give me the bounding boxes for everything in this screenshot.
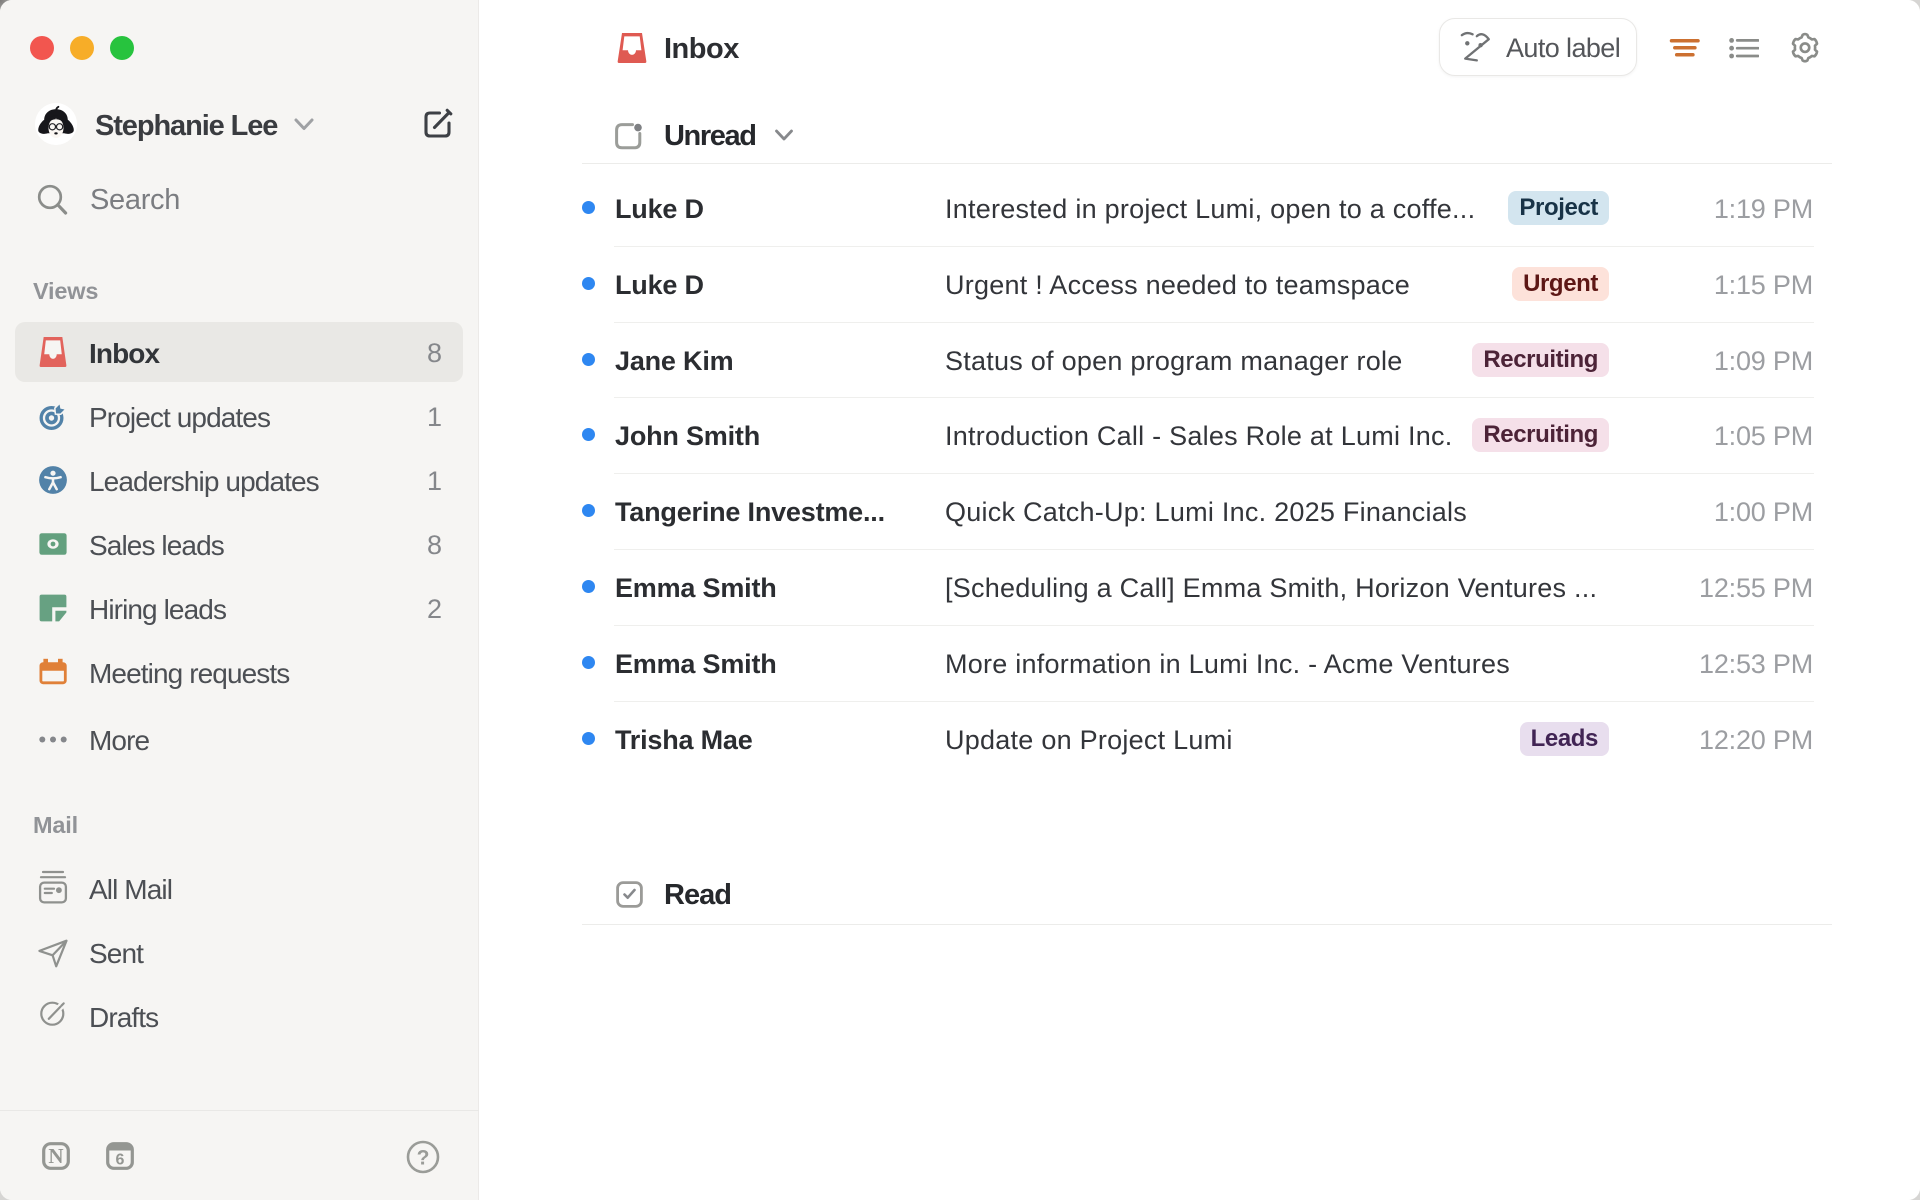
svg-text:?: ? — [417, 1147, 430, 1170]
svg-text:N: N — [48, 1144, 63, 1168]
svg-text:6: 6 — [116, 1152, 125, 1169]
